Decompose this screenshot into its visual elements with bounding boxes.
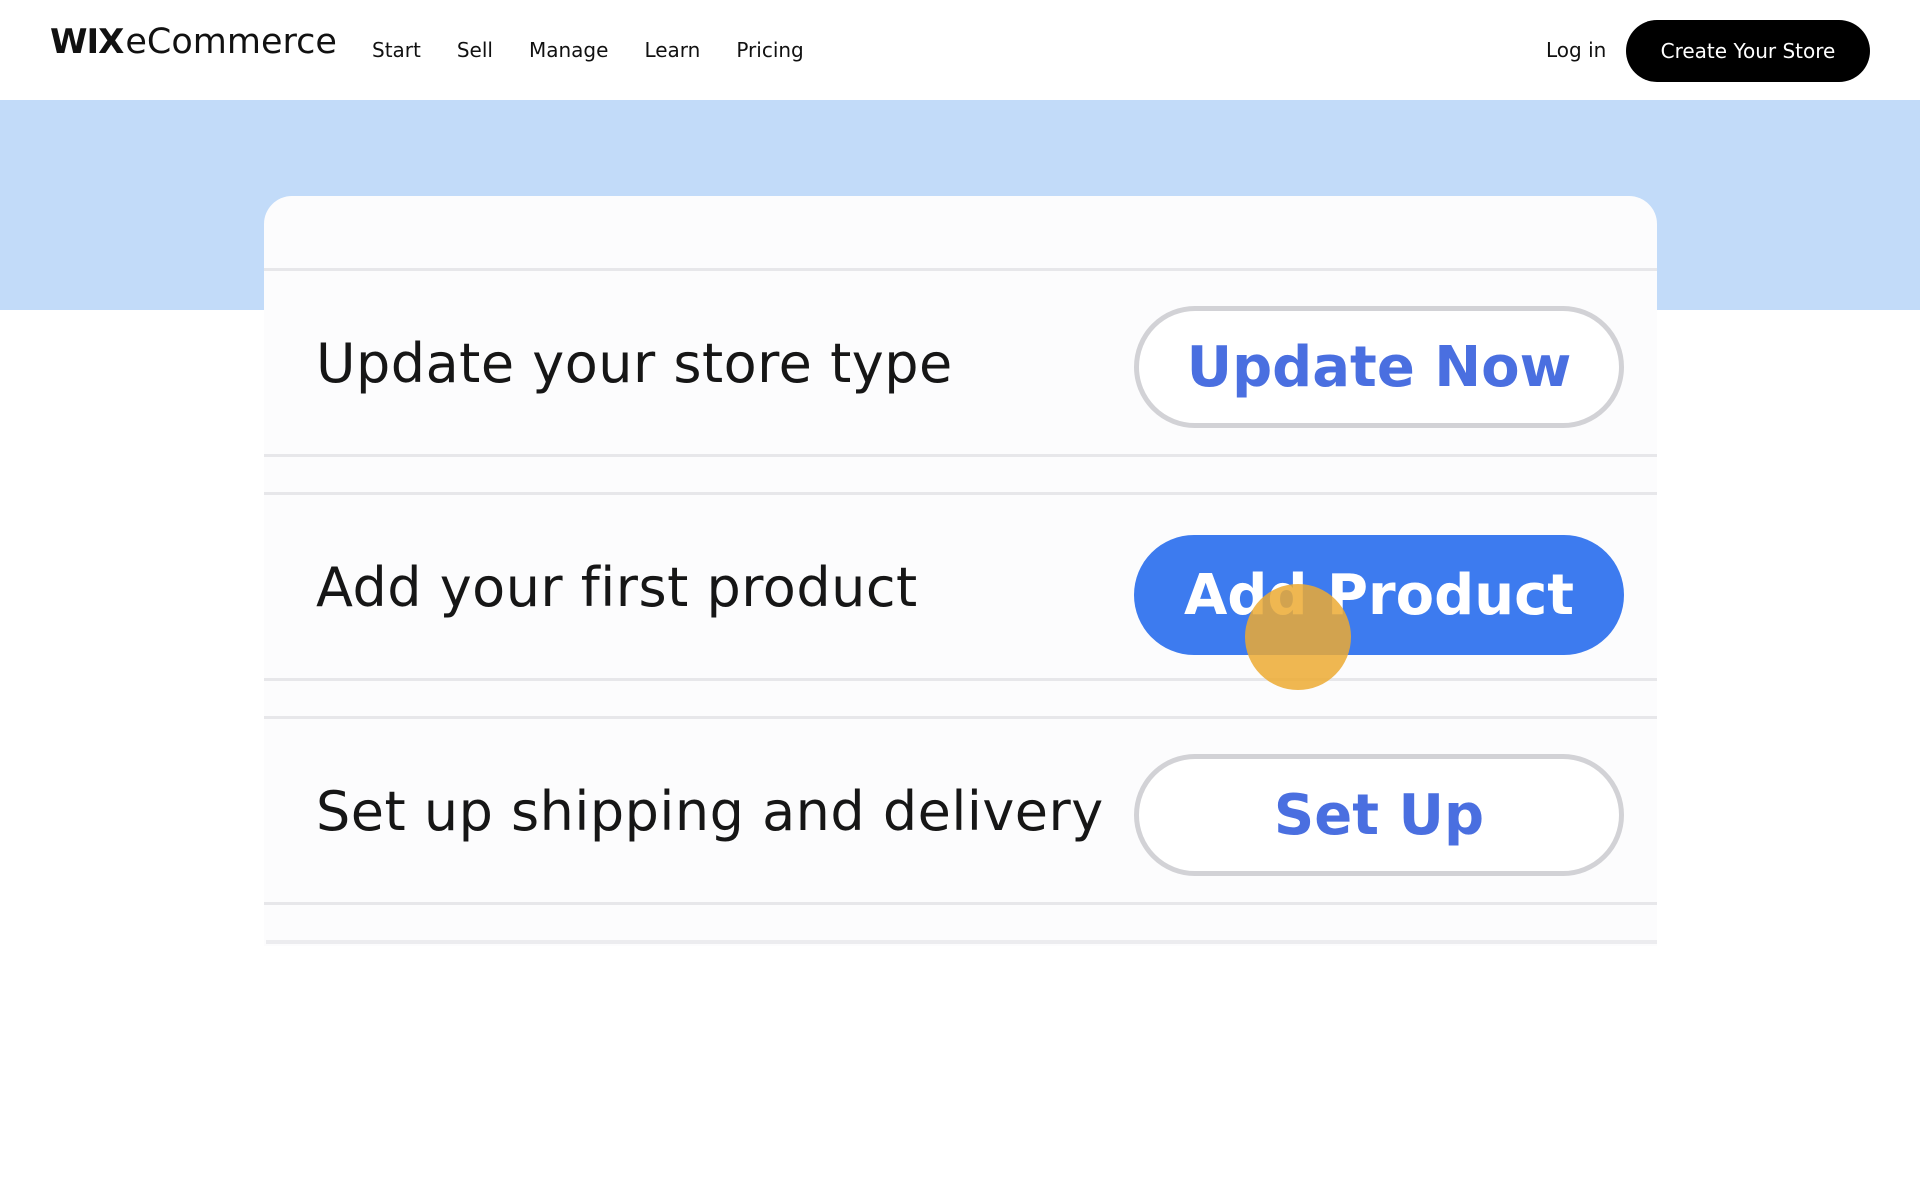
- wix-ecommerce-logo[interactable]: WIX eCommerce: [50, 22, 337, 74]
- divider: [264, 678, 1657, 681]
- nav-item-learn[interactable]: Learn: [644, 34, 700, 66]
- create-store-button[interactable]: Create Your Store: [1626, 20, 1870, 82]
- divider: [266, 940, 1657, 944]
- update-now-button[interactable]: Update Now: [1134, 306, 1624, 428]
- nav-item-pricing[interactable]: Pricing: [736, 34, 803, 66]
- checklist-item-label-shipping: Set up shipping and delivery: [316, 780, 1104, 843]
- checklist-item-label-store-type: Update your store type: [316, 332, 953, 395]
- login-link[interactable]: Log in: [1546, 34, 1606, 66]
- divider: [264, 902, 1657, 905]
- checklist-item-label-first-product: Add your first product: [316, 556, 918, 619]
- nav-item-start[interactable]: Start: [372, 34, 421, 66]
- nav-item-manage[interactable]: Manage: [529, 34, 608, 66]
- logo-product-text: eCommerce: [125, 22, 337, 62]
- site-header: WIX eCommerce Start Sell Manage Learn Pr…: [0, 0, 1920, 100]
- click-indicator-icon: [1245, 584, 1351, 690]
- divider: [264, 268, 1657, 271]
- divider: [264, 492, 1657, 495]
- set-up-button[interactable]: Set Up: [1134, 754, 1624, 876]
- logo-wix-text: WIX: [50, 22, 124, 62]
- setup-checklist-card: Update your store type Update Now Add yo…: [264, 196, 1657, 946]
- divider: [264, 716, 1657, 719]
- add-product-button[interactable]: Add Product: [1134, 535, 1624, 655]
- nav-item-sell[interactable]: Sell: [457, 34, 493, 66]
- divider: [264, 454, 1657, 457]
- main-nav: Start Sell Manage Learn Pricing: [372, 34, 840, 66]
